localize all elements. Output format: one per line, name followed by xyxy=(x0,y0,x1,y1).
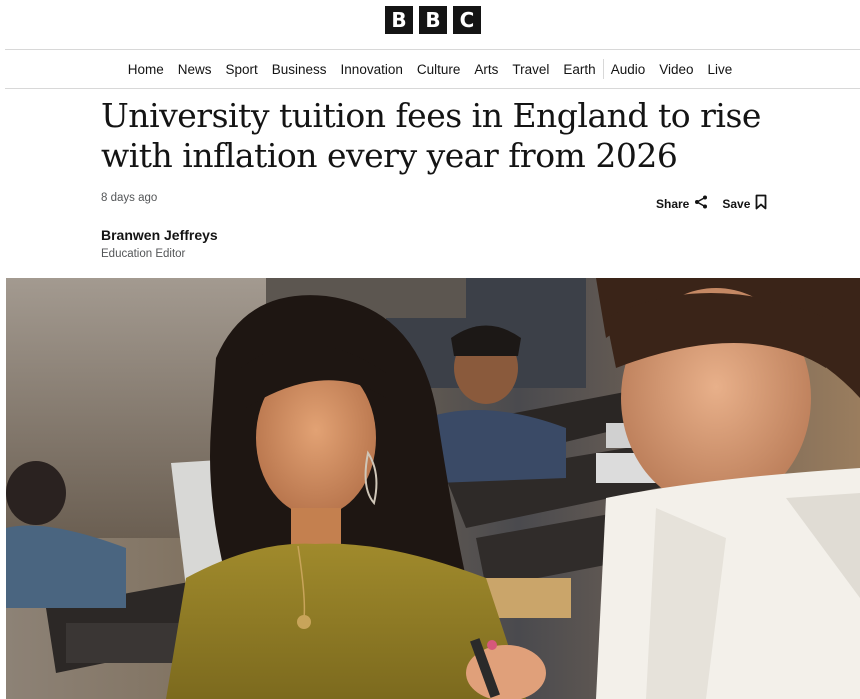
logo-letter-b2: B xyxy=(419,6,447,34)
save-button[interactable]: Save xyxy=(722,194,767,213)
main-nav: Home News Sport Business Innovation Cult… xyxy=(0,50,860,88)
nav-item-audio[interactable]: Audio xyxy=(604,62,653,77)
author-name[interactable]: Branwen Jeffreys xyxy=(101,227,218,243)
share-label: Share xyxy=(656,196,690,211)
article-timestamp: 8 days ago xyxy=(101,192,158,204)
share-button[interactable]: Share xyxy=(656,195,708,212)
share-icon xyxy=(694,195,708,212)
nav-divider-bottom xyxy=(5,88,860,89)
nav-item-news[interactable]: News xyxy=(171,62,219,77)
nav-item-video[interactable]: Video xyxy=(652,62,700,77)
logo-letter-b1: B xyxy=(385,6,413,34)
author-role: Education Editor xyxy=(101,248,186,260)
save-label: Save xyxy=(722,196,751,211)
logo-letter-c: C xyxy=(453,6,481,34)
bbc-logo[interactable]: B B C xyxy=(385,6,481,34)
nav-item-innovation[interactable]: Innovation xyxy=(334,62,410,77)
nav-item-business[interactable]: Business xyxy=(265,62,334,77)
article-actions: Share Save xyxy=(656,194,767,213)
nav-item-home[interactable]: Home xyxy=(121,62,171,77)
nav-item-travel[interactable]: Travel xyxy=(505,62,556,77)
article-headline: University tuition fees in England to ri… xyxy=(101,96,761,175)
nav-item-sport[interactable]: Sport xyxy=(218,62,264,77)
article-page: B B C Home News Sport Business Innovatio… xyxy=(0,0,860,699)
nav-item-live[interactable]: Live xyxy=(701,62,740,77)
bookmark-icon xyxy=(755,194,767,213)
nav-item-earth[interactable]: Earth xyxy=(556,62,602,77)
nav-item-culture[interactable]: Culture xyxy=(410,62,468,77)
hero-image xyxy=(6,278,860,699)
nav-item-arts[interactable]: Arts xyxy=(467,62,505,77)
